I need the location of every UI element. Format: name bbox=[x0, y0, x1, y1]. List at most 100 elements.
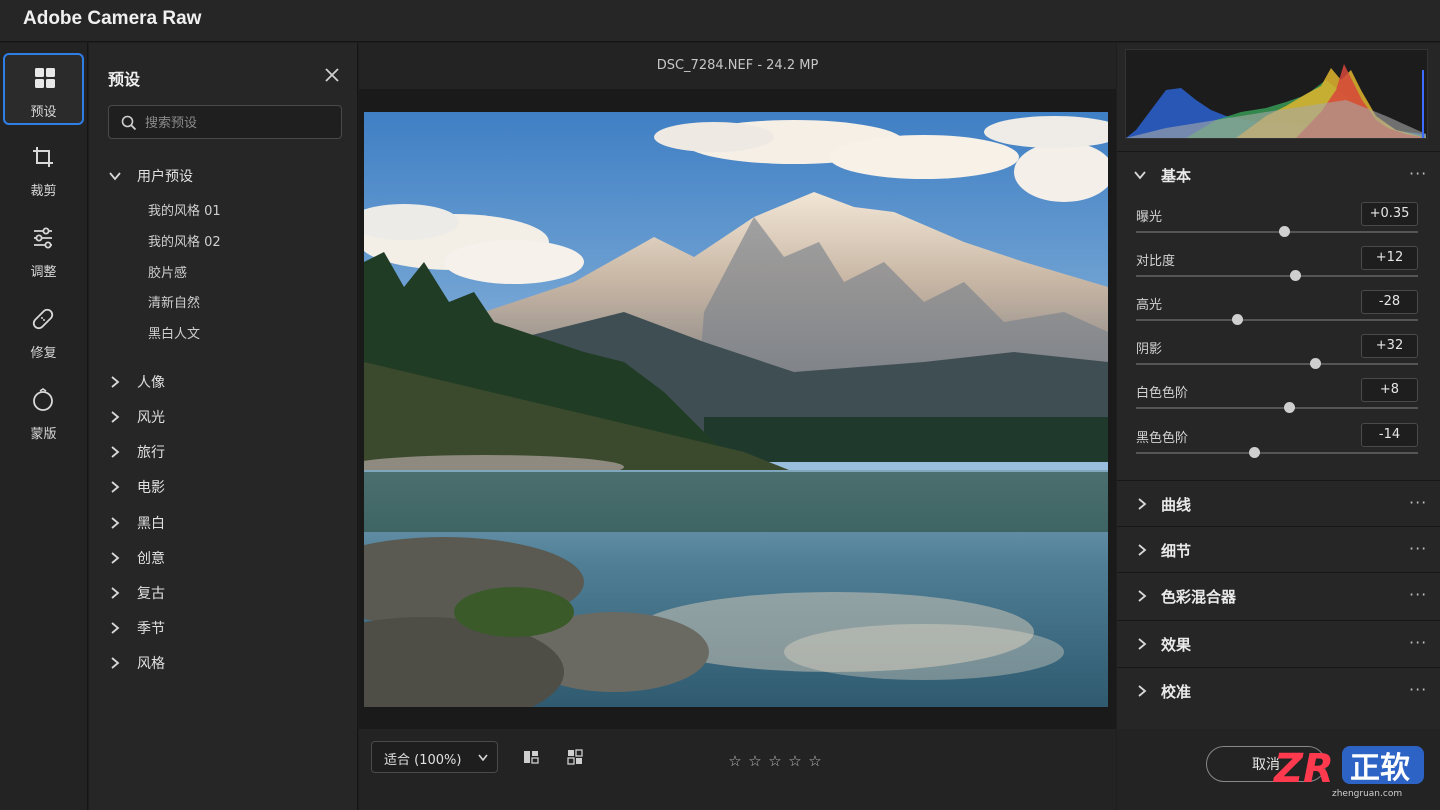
group-cinema[interactable]: 电影 bbox=[108, 474, 348, 500]
viewer-toolbar: 适合 (100%) ☆ ☆ ☆ ☆ ☆ bbox=[359, 729, 1116, 810]
adj-value-input[interactable]: +12 bbox=[1361, 246, 1418, 270]
more-options-button[interactable]: ··· bbox=[1409, 633, 1427, 652]
group-creative[interactable]: 创意 bbox=[108, 545, 348, 571]
slider-knob[interactable] bbox=[1248, 447, 1260, 458]
slider-knob[interactable] bbox=[1232, 314, 1244, 325]
chevron-right-icon bbox=[111, 411, 120, 423]
adj-label: 黑色色阶 bbox=[1136, 431, 1189, 446]
adj-label: 曝光 bbox=[1136, 210, 1163, 225]
slider-knob[interactable] bbox=[1309, 358, 1321, 369]
chevron-down-icon[interactable] bbox=[1133, 168, 1147, 182]
blacks-slider[interactable] bbox=[1136, 447, 1418, 458]
group-style[interactable]: 风格 bbox=[108, 650, 348, 676]
before-after-button[interactable] bbox=[567, 749, 585, 767]
split-view-icon bbox=[567, 749, 583, 765]
group-bw[interactable]: 黑白 bbox=[108, 510, 348, 536]
section-calibration[interactable]: 校准 ··· bbox=[1117, 667, 1440, 713]
adj-value-input[interactable]: +8 bbox=[1361, 378, 1418, 402]
svg-text:正软: 正软 bbox=[1350, 751, 1410, 786]
adj-value-input[interactable]: +0.35 bbox=[1361, 202, 1418, 226]
more-options-button[interactable]: ··· bbox=[1409, 164, 1427, 183]
view-mode-button[interactable] bbox=[523, 749, 541, 767]
star-icon[interactable]: ☆ bbox=[765, 752, 785, 770]
search-icon bbox=[121, 115, 137, 131]
section-color-mixer[interactable]: 色彩混合器 ··· bbox=[1117, 572, 1440, 618]
group-landscape[interactable]: 风光 bbox=[108, 404, 348, 430]
star-icon[interactable]: ☆ bbox=[745, 752, 765, 770]
rail-item-presets[interactable]: 预设 bbox=[3, 53, 84, 125]
chevron-right-icon bbox=[111, 587, 120, 599]
section-title: 校准 bbox=[1161, 683, 1192, 701]
group-label: 电影 bbox=[137, 480, 165, 496]
mask-icon bbox=[33, 388, 53, 411]
rail-item-heal[interactable]: 修复 bbox=[3, 296, 84, 368]
exposure-slider[interactable] bbox=[1136, 226, 1418, 237]
group-label: 黑白 bbox=[137, 516, 165, 532]
section-detail[interactable]: 细节 ··· bbox=[1117, 526, 1440, 572]
preset-item[interactable]: 我的风格 01 bbox=[148, 197, 338, 221]
chevron-down-icon bbox=[109, 172, 121, 181]
slider-knob[interactable] bbox=[1289, 270, 1301, 281]
preset-item[interactable]: 我的风格 02 bbox=[148, 228, 338, 252]
compare-icon bbox=[524, 751, 539, 764]
shadows-slider[interactable] bbox=[1136, 358, 1418, 369]
group-label: 风光 bbox=[137, 410, 165, 426]
highlights-slider[interactable] bbox=[1136, 314, 1418, 325]
rail-item-mask[interactable]: 蒙版 bbox=[3, 377, 84, 449]
group-label: 用户预设 bbox=[137, 169, 193, 185]
adj-value-input[interactable]: -14 bbox=[1361, 423, 1418, 447]
preset-item[interactable]: 胶片感 bbox=[148, 259, 338, 283]
star-icon[interactable]: ☆ bbox=[725, 752, 745, 770]
rail-item-adjust[interactable]: 调整 bbox=[3, 215, 84, 287]
group-label: 季节 bbox=[137, 621, 165, 637]
adj-value-input[interactable]: +32 bbox=[1361, 334, 1418, 358]
whites-slider[interactable] bbox=[1136, 402, 1418, 413]
adj-value-input[interactable]: -28 bbox=[1361, 290, 1418, 314]
group-portrait[interactable]: 人像 bbox=[108, 369, 348, 395]
slider-knob[interactable] bbox=[1284, 402, 1296, 413]
adjustments-panel: 基本 ··· 曝光 +0.35 对比度 +12 高光 -28 阴影 +32 白色… bbox=[1117, 43, 1440, 810]
section-curve[interactable]: 曲线 ··· bbox=[1117, 480, 1440, 526]
star-icon[interactable]: ☆ bbox=[805, 752, 825, 770]
section-basic: 基本 ··· 曝光 +0.35 对比度 +12 高光 -28 阴影 +32 白色… bbox=[1117, 151, 1440, 479]
chevron-right-icon bbox=[1138, 685, 1147, 697]
group-vintage[interactable]: 复古 bbox=[108, 580, 348, 606]
rail-item-crop[interactable]: 裁剪 bbox=[3, 134, 84, 206]
rail-label: 调整 bbox=[30, 265, 57, 280]
preset-item[interactable]: 清新自然 bbox=[148, 289, 338, 313]
section-effects[interactable]: 效果 ··· bbox=[1117, 620, 1440, 666]
contrast-slider[interactable] bbox=[1136, 270, 1418, 281]
bandage-icon bbox=[32, 308, 54, 330]
zoom-dropdown[interactable]: 适合 (100%) bbox=[371, 741, 498, 773]
chevron-right-icon bbox=[1138, 590, 1147, 602]
group-travel[interactable]: 旅行 bbox=[108, 439, 348, 465]
more-options-button[interactable]: ··· bbox=[1409, 585, 1427, 604]
chevron-right-icon bbox=[111, 657, 120, 669]
more-options-button[interactable]: ··· bbox=[1409, 539, 1427, 558]
section-title: 细节 bbox=[1161, 542, 1192, 560]
group-label: 风格 bbox=[137, 656, 165, 672]
image-viewer: DSC_7284.NEF - 24.2 MP 适合 (100%) ☆ ☆ ☆ ☆… bbox=[359, 43, 1116, 810]
group-user-presets[interactable]: 用户预设 bbox=[108, 163, 348, 189]
photo-preview[interactable] bbox=[364, 112, 1108, 707]
chevron-right-icon bbox=[111, 552, 120, 564]
adj-label: 对比度 bbox=[1136, 254, 1176, 269]
chevron-right-icon bbox=[111, 446, 120, 458]
histogram bbox=[1125, 49, 1428, 139]
more-options-button[interactable]: ··· bbox=[1409, 493, 1427, 512]
preset-item[interactable]: 黑白人文 bbox=[148, 320, 338, 344]
section-title: 色彩混合器 bbox=[1161, 588, 1237, 606]
chevron-right-icon bbox=[1138, 498, 1147, 510]
svg-text:zhengruan.com: zhengruan.com bbox=[1332, 789, 1402, 799]
rail-label: 修复 bbox=[30, 346, 57, 361]
search-input[interactable] bbox=[145, 112, 335, 134]
chevron-right-icon bbox=[1138, 544, 1147, 556]
close-panel-button[interactable] bbox=[322, 65, 342, 85]
star-icon[interactable]: ☆ bbox=[785, 752, 805, 770]
histogram-graph bbox=[1126, 64, 1426, 138]
slider-knob[interactable] bbox=[1278, 226, 1290, 237]
more-options-button[interactable]: ··· bbox=[1409, 680, 1427, 699]
group-season[interactable]: 季节 bbox=[108, 615, 348, 641]
zoom-label: 适合 (100%) bbox=[384, 753, 462, 768]
search-box bbox=[108, 105, 342, 139]
